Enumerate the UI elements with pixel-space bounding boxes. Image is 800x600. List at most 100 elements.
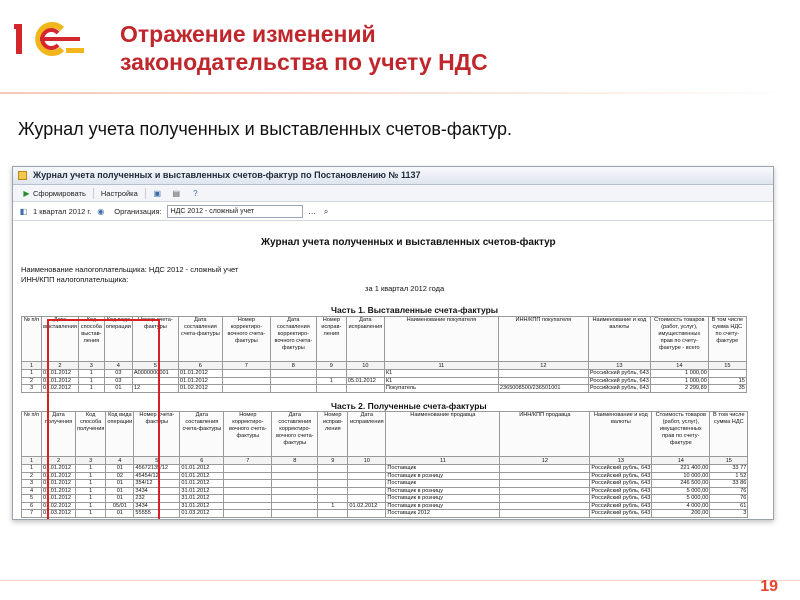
column-header: № п/п (21, 316, 42, 362)
column-header: Наименование продавца (385, 411, 501, 457)
table-cell: 01.01.2012 (179, 471, 225, 480)
table-cell: 1 (317, 501, 349, 510)
table-cell: 01.02.2012 (347, 501, 387, 510)
slide-title-line-1: Отражение изменений (120, 21, 376, 47)
part1-title: Часть 1. Выставленные счета-фактуры (331, 305, 499, 315)
toolbar: ▶ Сформировать Настройка ▣ ▤ ? (13, 185, 773, 202)
save-button[interactable]: ▣ (150, 189, 165, 198)
table-cell: К1 (383, 376, 499, 385)
table-cell: 10 000,00 (651, 471, 711, 480)
table-cell (499, 471, 591, 480)
page-number: 19 (760, 578, 778, 595)
table-cell (317, 494, 349, 503)
search-icon[interactable]: ⌕ (322, 207, 331, 216)
speaker-icon[interactable]: ◉ (96, 207, 105, 216)
table-cell (269, 376, 317, 385)
column-number: 12 (499, 456, 591, 465)
table-cell: 5 000,00 (651, 494, 711, 503)
column-header: № п/п (21, 411, 42, 457)
generate-button[interactable]: ▶ Сформировать (19, 189, 89, 198)
column-number: 8 (271, 456, 319, 465)
save-icon: ▣ (153, 188, 162, 198)
column-number: 10 (345, 361, 385, 370)
table-cell (499, 479, 591, 488)
column-number: 9 (315, 361, 347, 370)
table-cell: 2365008500/236501001 (497, 384, 589, 393)
table-cell (223, 479, 273, 488)
column-header: Дата исправления (347, 411, 387, 457)
table-cell: Поставщик (385, 464, 501, 473)
table-cell (315, 369, 347, 378)
table-cell: 1 (315, 376, 347, 385)
window-titlebar: Журнал учета полученных и выставленных с… (13, 167, 773, 185)
taxpayer-inn: ИНН/КПП налогоплательщика: (21, 275, 129, 284)
table-cell: 2 (21, 376, 42, 385)
report-title: Журнал учета полученных и выставленных с… (261, 237, 556, 248)
table-cell: 15 (707, 376, 747, 385)
footer-divider (0, 580, 800, 581)
table-cell (271, 486, 319, 495)
column-number: 6 (179, 456, 225, 465)
column-header: Номер корректиро-вочного счета-фактуры (223, 411, 273, 457)
table-cell: 1 000,00 (649, 376, 709, 385)
table-cell (271, 464, 319, 473)
table-cell (271, 479, 319, 488)
table-cell (317, 464, 349, 473)
print-icon: ▤ (172, 188, 181, 198)
part2-title: Часть 2. Полученные счета-фактуры (331, 401, 487, 411)
column-header: Наименование и код валюты (587, 316, 651, 362)
report-window: Журнал учета полученных и выставленных с… (12, 166, 774, 520)
table-cell: 3 (709, 509, 749, 518)
settings-button[interactable]: Настройка (98, 189, 141, 198)
table-cell: 3 (21, 384, 42, 393)
organization-label: Организация: (114, 206, 162, 216)
table-cell (345, 369, 385, 378)
column-header: Стоимость товаров (работ, услуг), имущес… (649, 316, 709, 362)
slide-title-line-2: законодательства по учету НДС (120, 49, 488, 75)
table-cell (271, 509, 319, 518)
calendar-icon[interactable]: ◧ (19, 207, 28, 216)
table-cell (347, 509, 387, 518)
table-cell: Российский рубль, 643 (589, 501, 653, 510)
table-cell: 01.01.2012 (179, 479, 225, 488)
help-button[interactable]: ? (188, 189, 203, 198)
table-cell: Поставщик (385, 479, 501, 488)
filter-bar: ◧ 1 квартал 2012 г. ◉ Организация: НДС 2… (13, 202, 773, 221)
table-cell: 2 299,89 (649, 384, 709, 393)
table-cell (271, 494, 319, 503)
column-number: 10 (347, 456, 387, 465)
column-number: 12 (497, 361, 589, 370)
table-cell: Поставщик в розницу (385, 486, 501, 495)
column-header: ИНН/КПП продавца (499, 411, 591, 457)
table-cell: 6 (21, 501, 42, 510)
table-cell (347, 471, 387, 480)
column-header: Наименование и код валюты (589, 411, 653, 457)
column-header: Дата составления счета-фактуры (179, 411, 225, 457)
settings-button-label: Настройка (100, 188, 138, 198)
column-number: 14 (649, 361, 709, 370)
column-number: 8 (269, 361, 317, 370)
taxpayer-name: Наименование налогоплательщика: НДС 2012… (21, 265, 239, 274)
table-cell (347, 486, 387, 495)
table-cell (499, 509, 591, 518)
column-header: Номер исправ-ления (317, 411, 349, 457)
table-cell: 33 86 (709, 479, 749, 488)
table-cell (223, 471, 273, 480)
table-cell: 246 500,00 (651, 479, 711, 488)
organization-input[interactable]: НДС 2012 - сложный учет (166, 204, 303, 218)
highlight-frame (47, 319, 160, 519)
print-button[interactable]: ▤ (169, 189, 184, 198)
period-value[interactable]: 1 квартал 2012 г. (33, 207, 91, 216)
window-title: Журнал учета полученных и выставленных с… (33, 170, 421, 180)
column-number: 7 (221, 361, 271, 370)
table-cell (347, 494, 387, 503)
column-header: Дата составления корректиро-вочного счет… (269, 316, 317, 362)
table-cell: 4 (21, 486, 42, 495)
table-cell: 76 (709, 494, 749, 503)
table-cell: 221 400,00 (651, 464, 711, 473)
table-cell: Российский рубль, 643 (589, 464, 653, 473)
column-header: Дата исправления (345, 316, 385, 362)
table-cell (707, 369, 747, 378)
column-number: 11 (385, 456, 501, 465)
ellipsis-icon[interactable]: … (308, 207, 317, 216)
